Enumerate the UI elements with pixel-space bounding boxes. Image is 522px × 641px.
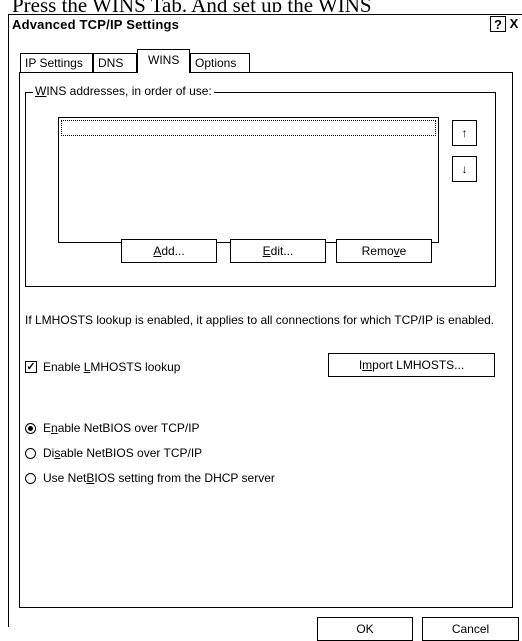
remove-button[interactable]: Remove	[336, 239, 432, 263]
lmhosts-checkbox[interactable]: ✓	[25, 361, 37, 373]
tab-wins[interactable]: WINS	[137, 49, 190, 73]
enable-netbios-radio[interactable]	[25, 423, 36, 434]
list-focus-row[interactable]	[61, 120, 436, 136]
tab-dns[interactable]: DNS	[93, 53, 137, 72]
disable-netbios-label[interactable]: Disable NetBIOS over TCP/IP	[43, 446, 202, 460]
wins-address-list[interactable]	[58, 117, 439, 243]
lmhosts-info-text: If LMHOSTS lookup is enabled, it applies…	[25, 313, 495, 327]
import-lmhosts-button[interactable]: Import LMHOSTS...	[328, 353, 495, 377]
tab-ip-settings[interactable]: IP Settings	[20, 53, 93, 72]
advanced-tcpip-dialog: Advanced TCP/IP Settings ? X IP Settings…	[8, 14, 522, 641]
add-button[interactable]: Add...	[121, 239, 217, 263]
move-down-icon: ↓	[461, 162, 468, 176]
dhcp-netbios-label[interactable]: Use NetBIOS setting from the DHCP server	[43, 471, 275, 485]
dhcp-netbios-radio[interactable]	[25, 473, 36, 484]
edit-button[interactable]: Edit...	[230, 239, 326, 263]
move-up-icon: ↑	[461, 126, 468, 140]
move-up-button[interactable]: ↑	[452, 120, 477, 146]
help-button[interactable]: ?	[490, 16, 506, 32]
instruction-caption: Press the WINS Tab. And set up the WINS	[12, 0, 372, 12]
title-bar: Advanced TCP/IP Settings ? X	[9, 15, 522, 35]
radio-selected-dot	[28, 426, 33, 431]
dialog-title: Advanced TCP/IP Settings	[12, 17, 180, 32]
ok-button[interactable]: OK	[317, 617, 413, 641]
lmhosts-checkbox-label[interactable]: Enable LMHOSTS lookup	[43, 360, 180, 374]
disable-netbios-radio[interactable]	[25, 448, 36, 459]
close-button[interactable]: X	[506, 16, 522, 32]
tab-options[interactable]: Options	[190, 53, 250, 72]
enable-netbios-label[interactable]: Enable NetBIOS over TCP/IP	[43, 421, 200, 435]
tab-strip: IP Settings DNS WINS Options	[20, 49, 520, 73]
wins-addresses-label: WINS addresses, in order of use:	[33, 84, 214, 98]
cancel-button[interactable]: Cancel	[422, 617, 519, 641]
move-down-button[interactable]: ↓	[452, 156, 477, 182]
